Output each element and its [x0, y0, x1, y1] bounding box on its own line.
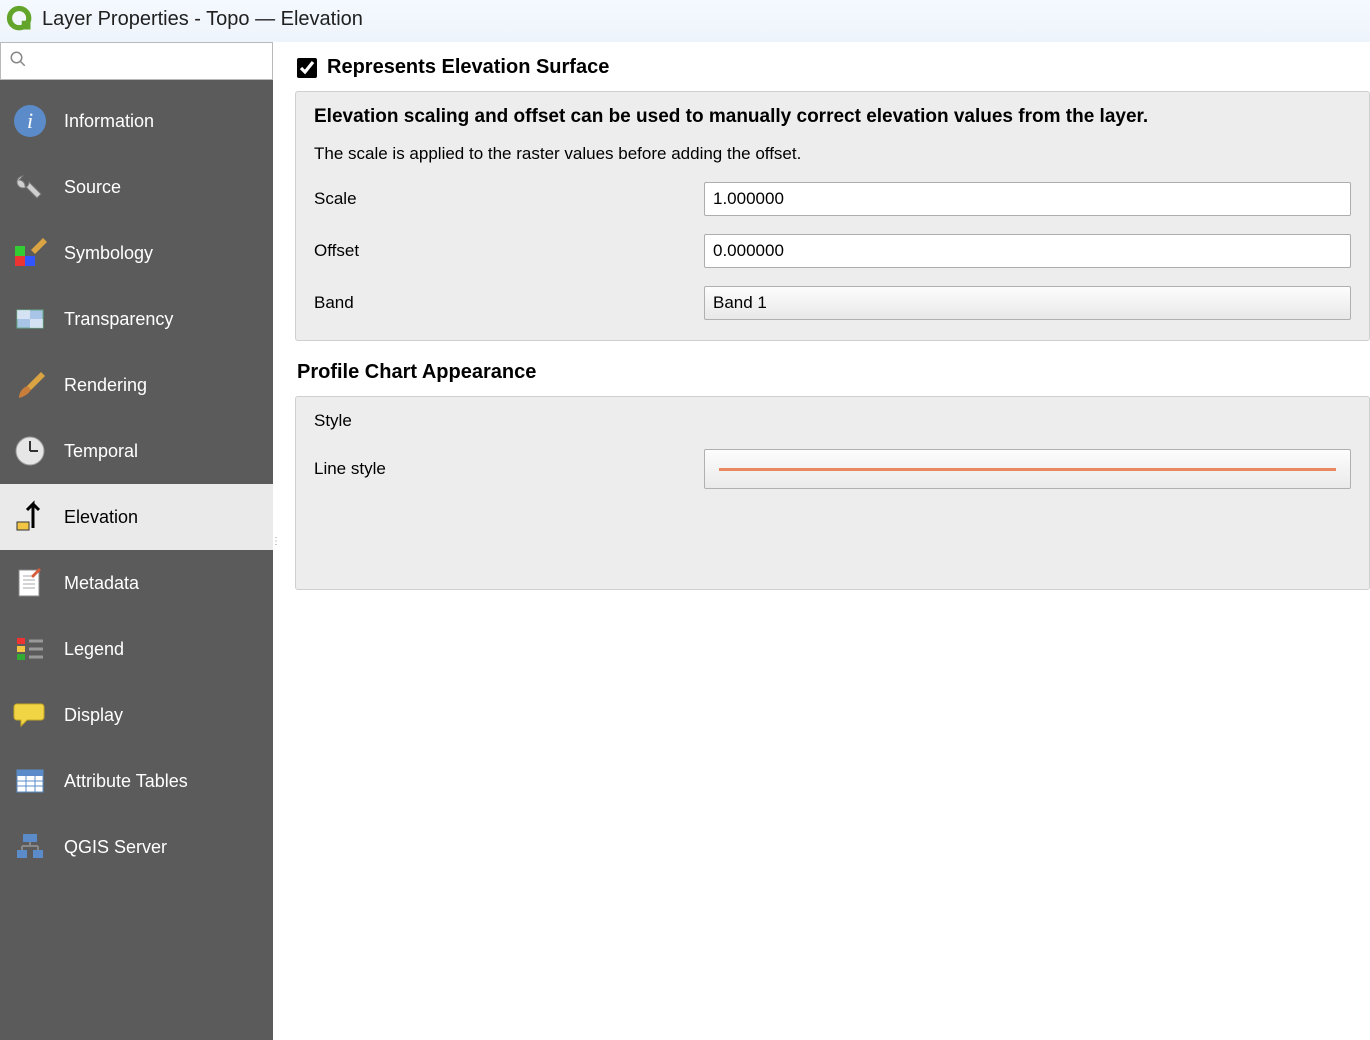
style-label: Style [314, 411, 704, 431]
wrench-icon [12, 169, 48, 205]
band-select[interactable]: Band 1 [704, 286, 1351, 320]
content-panel: Represents Elevation Surface Elevation s… [279, 42, 1370, 1040]
legend-icon [12, 631, 48, 667]
scaling-heading: Elevation scaling and offset can be used… [314, 106, 1351, 128]
sidebar-item-rendering[interactable]: Rendering [0, 352, 273, 418]
elevation-scaling-group: Elevation scaling and offset can be used… [295, 91, 1370, 341]
sidebar-search[interactable] [0, 42, 273, 80]
sidebar-item-symbology[interactable]: Symbology [0, 220, 273, 286]
info-icon: i [12, 103, 48, 139]
document-pencil-icon [12, 565, 48, 601]
table-icon [12, 763, 48, 799]
line-style-preview [719, 468, 1336, 471]
sidebar-search-input[interactable] [31, 53, 264, 70]
sidebar-item-label: QGIS Server [64, 837, 167, 858]
represents-elevation-checkbox-row: Represents Elevation Surface [297, 56, 1370, 79]
server-icon [12, 829, 48, 865]
band-select-value: Band 1 [713, 293, 767, 313]
sidebar-item-label: Elevation [64, 507, 138, 528]
sidebar-item-label: Display [64, 705, 123, 726]
window-title: Layer Properties - Topo — Elevation [42, 8, 363, 31]
sidebar-item-legend[interactable]: Legend [0, 616, 273, 682]
sidebar-item-label: Attribute Tables [64, 771, 188, 792]
profile-appearance-group: Style Line style [295, 396, 1370, 590]
linestyle-label: Line style [314, 459, 704, 479]
sidebar-item-label: Rendering [64, 375, 147, 396]
sidebar-item-label: Transparency [64, 309, 173, 330]
scaling-subtext: The scale is applied to the raster value… [314, 144, 1351, 164]
elevation-icon [12, 499, 48, 535]
sidebar-item-label: Information [64, 111, 154, 132]
sidebar-item-attribute-tables[interactable]: Attribute Tables [0, 748, 273, 814]
titlebar: Layer Properties - Topo — Elevation [0, 0, 1370, 42]
sidebar: i Information Source [0, 42, 273, 1040]
paintbrush-icon [12, 367, 48, 403]
sidebar-item-temporal[interactable]: Temporal [0, 418, 273, 484]
sidebar-item-label: Legend [64, 639, 124, 660]
line-style-button[interactable] [704, 449, 1351, 489]
sidebar-item-qgis-server[interactable]: QGIS Server [0, 814, 273, 880]
scale-label: Scale [314, 189, 704, 209]
svg-text:i: i [27, 108, 33, 133]
scale-input[interactable] [704, 182, 1351, 216]
offset-input[interactable] [704, 234, 1351, 268]
sidebar-item-elevation[interactable]: Elevation [0, 484, 273, 550]
sidebar-item-display[interactable]: Display [0, 682, 273, 748]
sidebar-item-label: Metadata [64, 573, 139, 594]
sidebar-item-metadata[interactable]: Metadata [0, 550, 273, 616]
brush-color-icon [12, 235, 48, 271]
qgis-logo-icon [6, 5, 34, 33]
sidebar-item-label: Temporal [64, 441, 138, 462]
represents-elevation-label: Represents Elevation Surface [327, 56, 609, 79]
sidebar-item-information[interactable]: i Information [0, 88, 273, 154]
band-label: Band [314, 293, 704, 313]
represents-elevation-checkbox[interactable] [297, 58, 317, 78]
sidebar-item-label: Source [64, 177, 121, 198]
sidebar-item-source[interactable]: Source [0, 154, 273, 220]
offset-label: Offset [314, 241, 704, 261]
sidebar-item-label: Symbology [64, 243, 153, 264]
transparency-icon [12, 301, 48, 337]
speech-bubble-icon [12, 697, 48, 733]
profile-chart-heading: Profile Chart Appearance [297, 361, 1370, 384]
sidebar-item-transparency[interactable]: Transparency [0, 286, 273, 352]
search-icon [9, 50, 27, 73]
sidebar-list: i Information Source [0, 80, 273, 1040]
clock-icon [12, 433, 48, 469]
